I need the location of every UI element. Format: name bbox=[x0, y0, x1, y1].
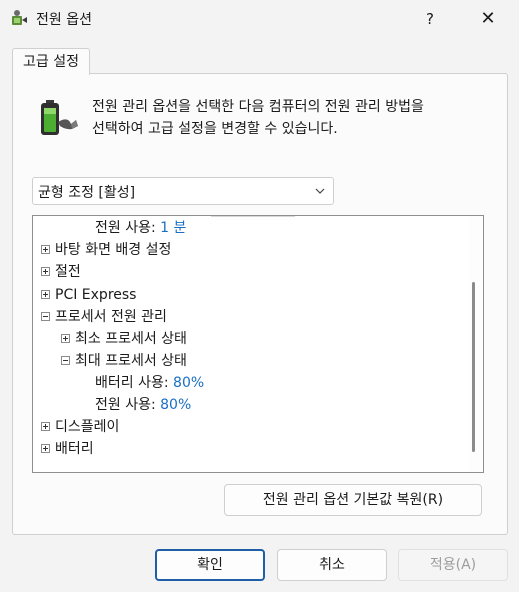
description-text: 전원 관리 옵션을 선택한 다음 컴퓨터의 전원 관리 방법을 선택하여 고급 … bbox=[92, 96, 502, 140]
tree-item-label: 바탕 화면 배경 설정 bbox=[55, 242, 172, 258]
collapse-icon[interactable] bbox=[61, 356, 70, 365]
tree-item-label: 디스플레이 bbox=[55, 419, 120, 435]
description-line-2: 선택하여 고급 설정을 변경할 수 있습니다. bbox=[92, 121, 338, 137]
tree-item-display[interactable]: 디스플레이 bbox=[41, 416, 119, 438]
tree-item-processor-power[interactable]: 프로세서 전원 관리 bbox=[41, 306, 167, 328]
expand-icon[interactable] bbox=[41, 245, 50, 254]
title-bar: 전원 옵션 ? ✕ bbox=[0, 0, 519, 38]
power-plan-value: 균형 조정 [활성] bbox=[38, 185, 136, 201]
tree-item-on-battery[interactable]: 배터리 사용: 80% bbox=[95, 372, 204, 394]
setting-value[interactable]: 1 분 bbox=[160, 220, 186, 236]
power-options-icon bbox=[12, 10, 27, 25]
power-plan-dropdown[interactable]: 균형 조정 [활성] bbox=[32, 177, 334, 205]
tree-item-label: 절전 bbox=[55, 264, 81, 280]
expand-icon[interactable] bbox=[41, 444, 50, 453]
expand-icon[interactable] bbox=[61, 334, 70, 343]
description-line-1: 전원 관리 옵션을 선택한 다음 컴퓨터의 전원 관리 방법을 bbox=[92, 99, 424, 115]
setting-label: 전원 사용: bbox=[95, 397, 156, 413]
help-button[interactable]: ? bbox=[412, 4, 448, 34]
scrollbar-thumb[interactable] bbox=[472, 282, 475, 452]
tree-item-max-processor-state[interactable]: 최대 프로세서 상태 bbox=[61, 350, 187, 372]
tree-item-sleep[interactable]: 절전 bbox=[41, 261, 81, 283]
tree-item-pci-express[interactable]: PCI Express bbox=[41, 284, 136, 306]
expand-icon[interactable] bbox=[41, 290, 50, 299]
tree-item-min-processor-state[interactable]: 최소 프로세서 상태 bbox=[61, 328, 187, 350]
restore-defaults-button[interactable]: 전원 관리 옵션 기본값 복원(R) bbox=[224, 484, 482, 516]
settings-tree[interactable]: 전원 사용: 1 분 바탕 화면 배경 설정 절전 PCI Express 프로… bbox=[32, 215, 484, 473]
tree-item-ac-setting[interactable]: 전원 사용: 1 분 bbox=[95, 217, 186, 239]
expand-icon[interactable] bbox=[41, 267, 50, 276]
setting-label: 배터리 사용: bbox=[95, 375, 169, 391]
collapse-icon[interactable] bbox=[41, 312, 50, 321]
tree-item-battery[interactable]: 배터리 bbox=[41, 438, 94, 460]
tree-item-desktop-background[interactable]: 바탕 화면 배경 설정 bbox=[41, 239, 171, 261]
tree-item-label: 최소 프로세서 상태 bbox=[75, 331, 187, 347]
setting-value[interactable]: 80% bbox=[173, 375, 204, 391]
tree-item-plugged-in[interactable]: 전원 사용: 80% bbox=[95, 394, 191, 416]
tree-item-label: 최대 프로세서 상태 bbox=[75, 353, 187, 369]
setting-label: 전원 사용: bbox=[95, 220, 156, 236]
battery-plug-icon bbox=[41, 100, 78, 135]
tree-item-label: 프로세서 전원 관리 bbox=[55, 309, 167, 325]
partial-row-divider bbox=[211, 216, 295, 217]
power-options-dialog: 전원 옵션 ? ✕ 고급 설정 전원 관리 옵션을 선택한 다음 컴퓨터의 전원… bbox=[0, 0, 519, 592]
cancel-button[interactable]: 취소 bbox=[277, 549, 387, 581]
tree-item-label: PCI Express bbox=[55, 287, 137, 303]
tree-item-label: 배터리 bbox=[55, 441, 94, 457]
expand-icon[interactable] bbox=[41, 422, 50, 431]
chevron-down-icon bbox=[315, 188, 325, 194]
apply-button[interactable]: 적용(A) bbox=[398, 549, 508, 581]
ok-button[interactable]: 확인 bbox=[155, 549, 265, 581]
window-title: 전원 옵션 bbox=[36, 12, 92, 28]
setting-value[interactable]: 80% bbox=[160, 397, 191, 413]
close-button[interactable]: ✕ bbox=[468, 4, 508, 34]
tab-advanced-settings[interactable]: 고급 설정 bbox=[12, 48, 90, 75]
